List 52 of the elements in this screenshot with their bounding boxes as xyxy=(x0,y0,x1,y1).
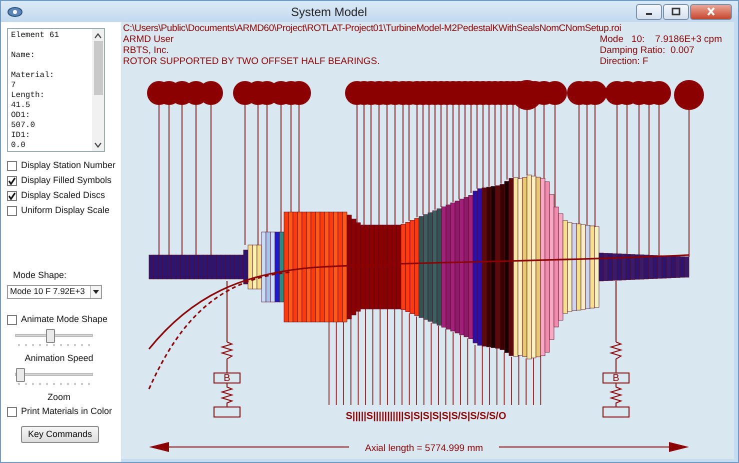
dropdown-arrow-icon xyxy=(93,290,99,294)
mode-info: Direction: F xyxy=(600,56,650,67)
mode-shape-label: Mode Shape: xyxy=(12,269,68,282)
checkbox-label[interactable]: Display Filled Symbols xyxy=(21,174,112,188)
window-title: System Model xyxy=(290,4,368,20)
info-line: 7 xyxy=(11,81,17,91)
checkbox-label[interactable]: Animate Mode Shape xyxy=(21,313,108,327)
axial-length-label: Axial length = 5774.999 mm xyxy=(364,443,484,454)
mode-shape-dropdown[interactable]: Mode 10 F 7.92E+3 xyxy=(7,284,102,298)
bearing-label: B xyxy=(612,373,620,384)
mode-info: Damping Ratio: 0.007 xyxy=(600,45,696,56)
header-text: RBTS, Inc. xyxy=(123,45,170,56)
header-text: ARMD User xyxy=(123,34,175,45)
info-line: 0.0 xyxy=(11,141,26,151)
scroll-up-icon[interactable] xyxy=(94,33,102,39)
checkbox[interactable] xyxy=(7,176,17,186)
checkbox-label[interactable]: Print Materials in Color xyxy=(21,405,112,419)
mode-info: Mode 10: 7.9186E+3 cpm xyxy=(600,34,722,45)
minimize-button[interactable] xyxy=(636,4,662,20)
checkbox[interactable] xyxy=(7,190,17,200)
info-line: Material: xyxy=(11,71,56,81)
element-info-box[interactable]: Element 61 Name: Material: 7 Length: 41.5 OD1: 507.0 ID1: 0.0 xyxy=(7,28,105,152)
header-text: ROTOR SUPPORTED BY TWO OFFSET HALF BEARINGS. xyxy=(123,56,380,67)
info-line: 507.0 xyxy=(11,121,36,131)
checkbox[interactable] xyxy=(7,160,17,170)
checkbox[interactable] xyxy=(7,407,17,417)
slider-thumb[interactable] xyxy=(46,328,56,342)
file-path: C:\Users\Public\Documents\ARMD60\Project\ROTLAT-Project01\TurbineModel-M2PedestalKWithSealsNomCNomSetup.roi xyxy=(122,22,622,34)
seal-labels: S|||||S|||||||||||S|S|S|S|S|S/S|S/S/S/O xyxy=(346,411,506,422)
checkbox[interactable] xyxy=(7,315,17,325)
info-line: 41.5 xyxy=(11,101,32,111)
checkbox[interactable] xyxy=(7,206,17,216)
close-icon xyxy=(706,7,716,16)
app-icon xyxy=(7,6,23,18)
slider-thumb[interactable] xyxy=(16,368,25,382)
info-line: Name: xyxy=(11,51,36,62)
slider-label: Animation Speed xyxy=(24,352,94,365)
scroll-down-icon[interactable] xyxy=(94,142,102,148)
close-button[interactable] xyxy=(690,4,732,20)
bearing-label: B xyxy=(224,373,230,384)
key-commands-button[interactable]: Key Commands xyxy=(21,426,100,443)
maximize-button[interactable] xyxy=(663,4,689,20)
maximize-icon xyxy=(671,7,681,16)
info-line: ID1: xyxy=(11,131,32,141)
info-line: Element 61 xyxy=(11,31,60,42)
checkbox-label[interactable]: Display Scaled Discs xyxy=(21,188,106,202)
info-line: Length: xyxy=(11,91,46,101)
checkbox-label[interactable]: Display Station Number xyxy=(21,158,116,172)
info-line: OD1: xyxy=(11,111,32,121)
scrollbar-thumb[interactable] xyxy=(94,41,102,95)
slider-label: Zoom xyxy=(46,391,72,404)
checkbox-label[interactable]: Uniform Display Scale xyxy=(21,204,110,218)
